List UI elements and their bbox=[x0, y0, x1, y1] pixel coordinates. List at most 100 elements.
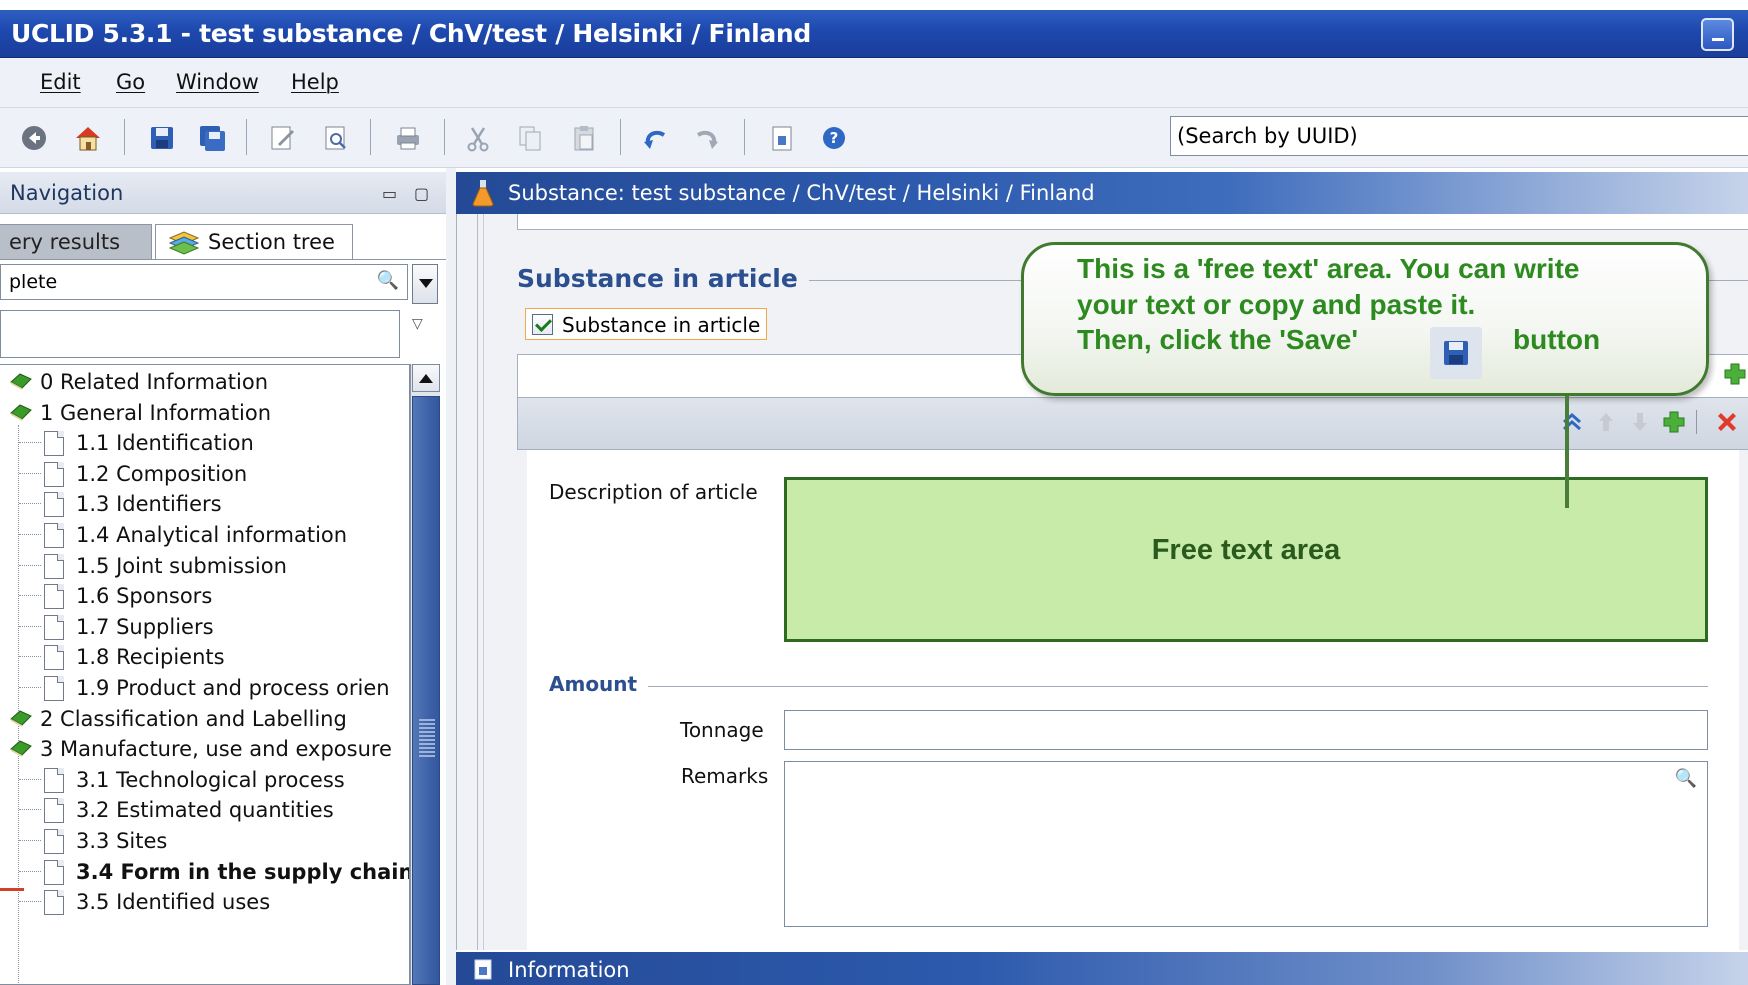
cut-icon[interactable] bbox=[462, 122, 494, 154]
home-icon[interactable] bbox=[72, 122, 104, 154]
tree-connector bbox=[19, 871, 41, 872]
editor-header: Substance: test substance / ChV/test / H… bbox=[456, 172, 1748, 214]
document-icon bbox=[44, 798, 64, 823]
menu-go[interactable]: Go bbox=[116, 70, 145, 94]
document-icon bbox=[44, 615, 64, 640]
tree-item-label: 3 Manufacture, use and exposure bbox=[40, 737, 392, 761]
tree-item[interactable]: 1 General Information bbox=[0, 398, 409, 428]
checkbox-checked-icon[interactable] bbox=[532, 314, 553, 335]
tree-connector bbox=[19, 442, 41, 443]
paste-icon[interactable] bbox=[568, 122, 600, 154]
tree-connector bbox=[19, 473, 41, 474]
help-icon[interactable]: ? bbox=[818, 122, 850, 154]
menu-edit[interactable]: Edit bbox=[40, 70, 81, 94]
copy-icon[interactable] bbox=[514, 122, 546, 154]
tree-item[interactable]: 3.1 Technological process bbox=[0, 765, 409, 795]
free-text-area[interactable]: Free text area bbox=[784, 477, 1708, 642]
filter-dropdown-button[interactable] bbox=[412, 264, 438, 304]
menu-window[interactable]: Window bbox=[176, 70, 259, 94]
tree-item[interactable]: 1.2 Composition bbox=[0, 459, 409, 489]
filter-value: plete bbox=[9, 271, 58, 293]
substance-in-article-checkbox[interactable]: Substance in article bbox=[525, 308, 768, 340]
remarks-field[interactable]: 🔍 bbox=[784, 761, 1708, 927]
tab-section-tree[interactable]: Section tree bbox=[155, 224, 353, 260]
callout-annotation: This is a 'free text' area. You can writ… bbox=[1021, 242, 1709, 396]
preview-icon[interactable] bbox=[320, 122, 352, 154]
tree-item[interactable]: 1.9 Product and process orien bbox=[0, 673, 409, 703]
magnifier-icon[interactable]: 🔍 bbox=[1675, 768, 1697, 789]
minimize-panel-icon[interactable]: ▭ bbox=[382, 184, 402, 204]
tree-item[interactable]: 1.7 Suppliers bbox=[0, 612, 409, 642]
delete-icon[interactable] bbox=[1714, 410, 1738, 434]
tree-item[interactable]: 1.4 Analytical information bbox=[0, 520, 409, 550]
tab-query-results[interactable]: ery results bbox=[0, 224, 152, 260]
tree-item[interactable]: 3 Manufacture, use and exposure bbox=[0, 734, 409, 764]
chevron-down-icon[interactable]: ▽ bbox=[412, 316, 430, 332]
book-icon bbox=[10, 710, 32, 727]
tree-item-label: 1.8 Recipients bbox=[76, 645, 225, 669]
slide-accent-mark bbox=[0, 888, 24, 891]
tree-item-label: 2 Classification and Labelling bbox=[40, 707, 347, 731]
tree-item[interactable]: 3.5 Identified uses bbox=[0, 887, 409, 917]
edit-icon[interactable] bbox=[266, 122, 298, 154]
remarks-label: Remarks bbox=[681, 764, 769, 788]
back-icon[interactable] bbox=[18, 122, 50, 154]
save-all-icon[interactable] bbox=[196, 122, 228, 154]
collapse-icon[interactable] bbox=[1560, 410, 1584, 434]
add-block-icon[interactable] bbox=[1722, 361, 1748, 387]
description-label: Description of article bbox=[549, 480, 758, 504]
book-icon bbox=[10, 404, 32, 421]
add-icon[interactable] bbox=[1662, 410, 1686, 434]
tree-item[interactable]: 3.2 Estimated quantities bbox=[0, 795, 409, 825]
save-icon bbox=[1430, 327, 1482, 379]
tree-item[interactable]: 1.3 Identifiers bbox=[0, 489, 409, 519]
document-icon bbox=[44, 890, 64, 915]
save-icon[interactable] bbox=[146, 122, 178, 154]
previous-block bbox=[517, 214, 1748, 230]
tree-scrollbar[interactable] bbox=[410, 364, 440, 985]
tree-item-label: 1.2 Composition bbox=[76, 462, 248, 486]
redo-icon[interactable] bbox=[690, 122, 722, 154]
minimize-button[interactable] bbox=[1701, 18, 1734, 51]
tree-item-label: 3.4 Form in the supply chain bbox=[76, 860, 410, 884]
menu-bar: Edit Go Window Help bbox=[0, 58, 1748, 108]
tree-connector bbox=[19, 779, 41, 780]
panel-splitter[interactable] bbox=[446, 168, 456, 985]
navigation-title: Navigation bbox=[10, 181, 124, 205]
toolbar: ? bbox=[0, 108, 1748, 168]
tree-item[interactable]: 1.8 Recipients bbox=[0, 642, 409, 672]
filter-input[interactable]: plete 🔍 bbox=[0, 264, 408, 300]
menu-help[interactable]: Help bbox=[291, 70, 339, 94]
document-icon bbox=[44, 645, 64, 670]
move-up-icon[interactable] bbox=[1594, 410, 1618, 434]
editor-border bbox=[477, 214, 478, 950]
tree-item[interactable]: 1.1 Identification bbox=[0, 428, 409, 458]
editor-border bbox=[483, 214, 484, 950]
tree-item-label: 1.4 Analytical information bbox=[76, 523, 348, 547]
tree-item[interactable]: 3.3 Sites bbox=[0, 826, 409, 856]
scrollbar-thumb[interactable] bbox=[412, 396, 440, 985]
tonnage-field[interactable] bbox=[784, 710, 1708, 750]
move-down-icon[interactable] bbox=[1628, 410, 1652, 434]
callout-line-3: Then, click the 'Save' bbox=[1077, 324, 1358, 355]
tree-item[interactable]: 1.6 Sponsors bbox=[0, 581, 409, 611]
tree-connector bbox=[19, 595, 41, 596]
tree-item[interactable]: 3.4 Form in the supply chain bbox=[0, 857, 410, 887]
maximize-panel-icon[interactable]: ▢ bbox=[414, 184, 434, 204]
toolbar-separator bbox=[124, 119, 125, 155]
toolbar-separator bbox=[744, 119, 745, 155]
tree-connector bbox=[19, 687, 41, 688]
document-icon[interactable] bbox=[766, 122, 798, 154]
tree-item[interactable]: 2 Classification and Labelling bbox=[0, 704, 409, 734]
search-by-uuid-input[interactable] bbox=[1170, 116, 1748, 156]
toolbar-separator bbox=[444, 119, 445, 155]
toolbar-separator bbox=[620, 119, 621, 155]
print-icon[interactable] bbox=[392, 122, 424, 154]
tree-item[interactable]: 1.5 Joint submission bbox=[0, 551, 409, 581]
tree-item[interactable]: 0 Related Information bbox=[0, 367, 409, 397]
toolbar-separator bbox=[246, 119, 247, 155]
scroll-up-button[interactable] bbox=[412, 364, 440, 392]
undo-icon[interactable] bbox=[640, 122, 672, 154]
secondary-filter-input[interactable] bbox=[0, 310, 400, 358]
book-icon bbox=[10, 373, 32, 390]
